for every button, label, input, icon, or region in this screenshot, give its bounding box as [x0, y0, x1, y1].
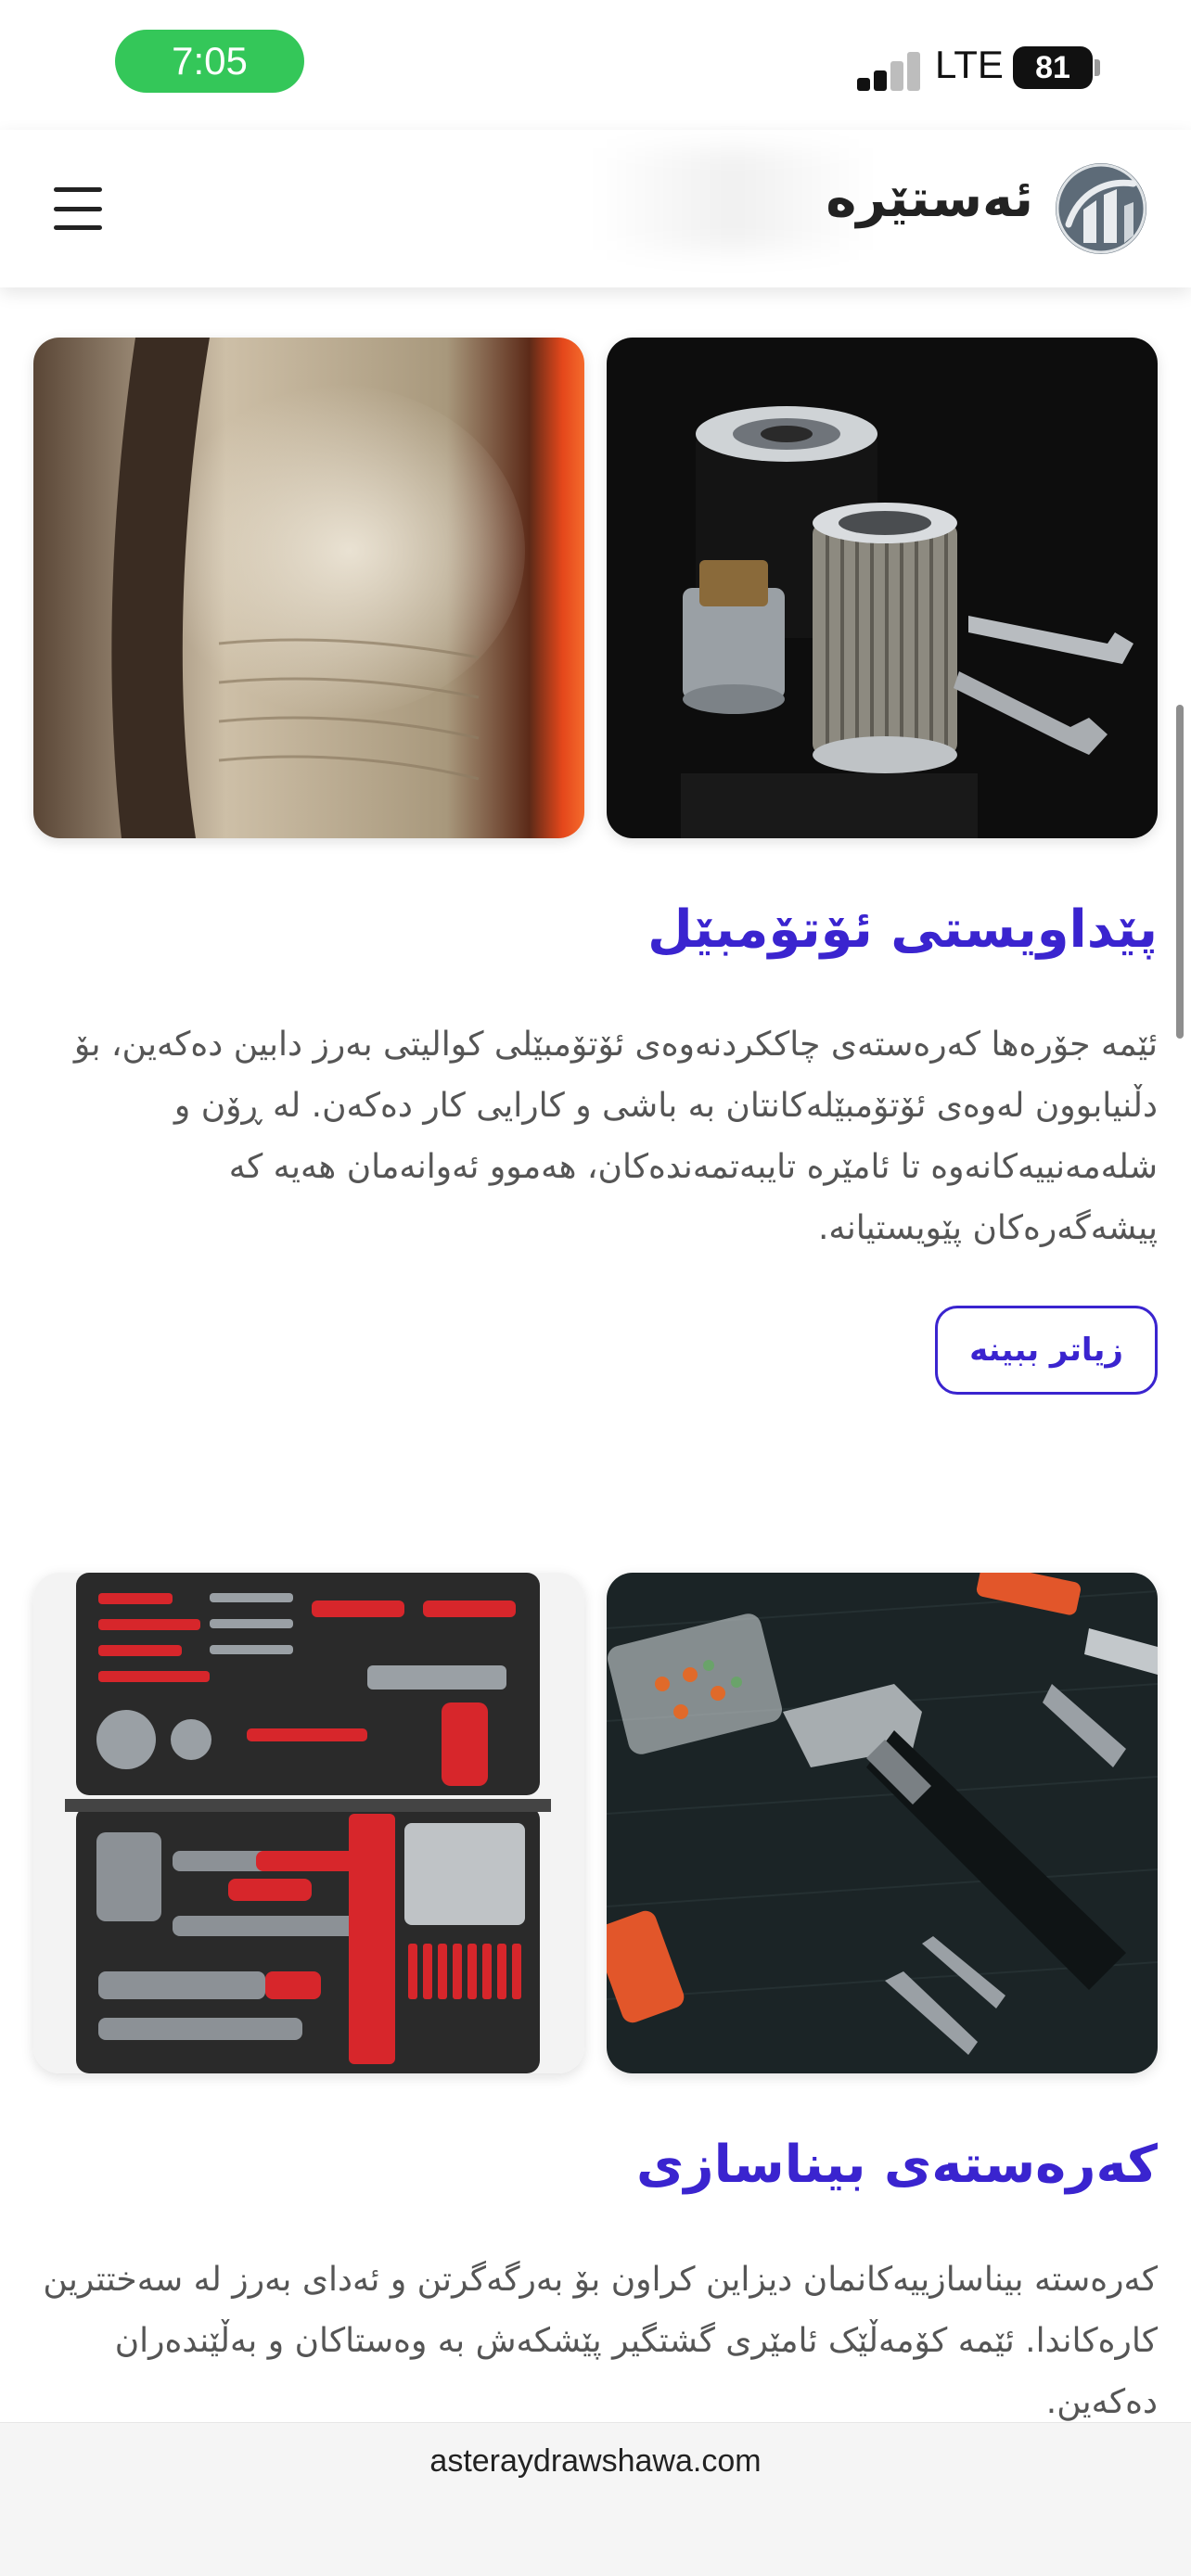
see-more-button[interactable]: زیاتر ببینە [935, 1306, 1158, 1395]
logo-mark-icon [1056, 163, 1146, 254]
hamburger-menu-icon[interactable] [54, 187, 102, 230]
browser-url-bar[interactable]: asteraydrawshawa.com [0, 2422, 1191, 2576]
hammer-tools-image [607, 1573, 1158, 2073]
auto-parts-filters-image [607, 338, 1158, 838]
section-text-construction-tools: کەرەستە بیناسازییەکانمان دیزاین کراون بۆ… [43, 2261, 1158, 2421]
cellular-signal-icon [857, 48, 922, 91]
section-text-car-supplies: ئێمە جۆرەها کەرەستەی چاککردنەوەی ئۆتۆمبێ… [73, 1026, 1158, 1247]
brand-logo[interactable] [1056, 163, 1146, 254]
site-header: ئەستێرە [0, 130, 1191, 287]
brand-name[interactable]: ئەستێرە [826, 169, 1033, 229]
toolkit-case-image [33, 1573, 584, 2073]
section-title-construction-tools: کەرەستەی بیناسازی [636, 2135, 1158, 2195]
network-type: LTE [935, 43, 1004, 86]
scrollbar-thumb[interactable] [1176, 705, 1184, 1039]
url-text[interactable]: asteraydrawshawa.com [0, 2443, 1191, 2480]
battery-tip [1095, 59, 1100, 76]
status-bar: 7:05 LTE 81 [0, 0, 1191, 130]
battery-level: 81 [1035, 49, 1070, 85]
status-time: 7:05 [115, 30, 304, 93]
car-interior-image [33, 338, 584, 838]
section-title-car-supplies: پێداویستی ئۆتۆمبێل [647, 899, 1158, 960]
battery-icon: 81 [1013, 46, 1093, 89]
